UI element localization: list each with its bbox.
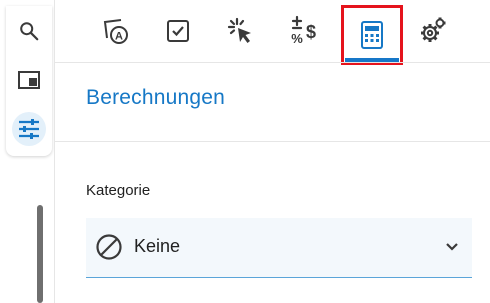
checkbox-icon — [167, 20, 189, 42]
toolbar: A % $ — [55, 0, 490, 65]
category-value: Keine — [134, 236, 181, 256]
scrollbar-thumb[interactable] — [37, 205, 43, 303]
category-label: Kategorie — [86, 182, 151, 199]
window-icon — [18, 71, 40, 89]
tool-calculation-formula[interactable]: % $ — [281, 8, 327, 54]
sliders-icon — [19, 119, 39, 139]
settings-sliders-button[interactable] — [12, 112, 46, 146]
tool-click-action[interactable] — [218, 8, 264, 54]
svg-text:A: A — [115, 31, 123, 43]
section-divider — [55, 141, 490, 142]
tool-checkbox[interactable] — [155, 8, 201, 54]
svg-text:%: % — [291, 31, 303, 46]
section-title: Berechnungen — [86, 86, 226, 109]
left-rail — [0, 0, 54, 303]
tool-settings[interactable] — [410, 8, 456, 54]
search-icon — [20, 22, 39, 41]
rail-card — [6, 6, 52, 156]
svg-text:$: $ — [306, 22, 316, 42]
tool-text-label[interactable]: A — [93, 8, 139, 54]
category-select[interactable]: Keine — [86, 218, 472, 278]
plus-minus-percent-dollar-icon: % $ — [291, 15, 316, 46]
toolbar-divider — [55, 62, 490, 63]
search-button[interactable] — [12, 14, 46, 48]
click-pointer-icon — [227, 17, 251, 43]
tool-calculator[interactable] — [341, 5, 403, 65]
chevron-down-icon — [446, 243, 458, 251]
calculator-icon — [361, 21, 383, 49]
app-frame: A % $ Berechnungen Kategorie Keine — [0, 0, 490, 303]
text-label-icon: A — [103, 19, 128, 44]
gears-icon — [421, 17, 446, 42]
window-button[interactable] — [12, 63, 46, 97]
none-icon — [96, 234, 122, 260]
